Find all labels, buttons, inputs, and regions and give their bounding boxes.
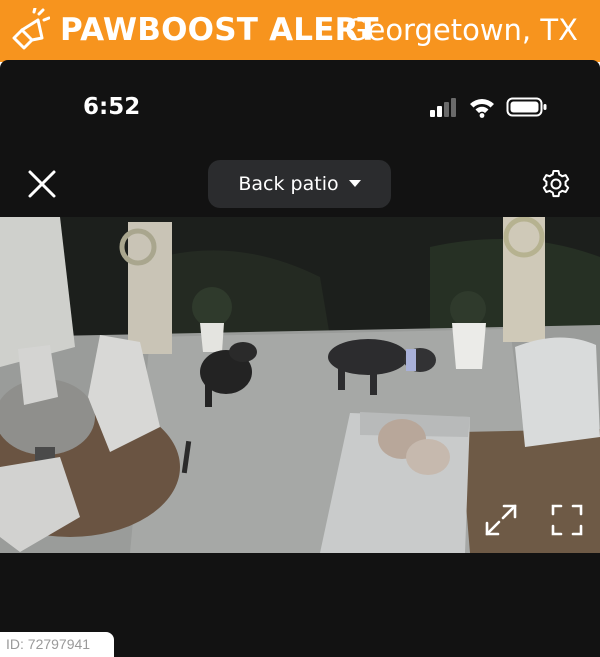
camera-selector-dropdown[interactable]: Back patio	[208, 160, 391, 208]
megaphone-icon	[12, 8, 50, 50]
alert-location: Georgetown, TX	[345, 13, 578, 47]
expand-icon[interactable]	[483, 502, 519, 538]
brand-title: PAWBOOST ALERT	[60, 12, 379, 48]
wifi-icon	[470, 99, 494, 118]
pawboost-alert-banner: PAWBOOST ALERT Georgetown, TX	[0, 0, 600, 62]
camera-name: Back patio	[238, 173, 339, 195]
listing-id-label: ID: 72797941	[0, 632, 114, 657]
gear-icon[interactable]	[540, 168, 572, 200]
fullscreen-icon[interactable]	[549, 502, 585, 538]
battery-icon	[506, 97, 547, 117]
close-icon[interactable]	[26, 168, 58, 200]
status-time: 6:52	[83, 94, 141, 120]
caret-down-icon	[348, 180, 361, 187]
camera-video-feed[interactable]	[0, 217, 600, 553]
phone-screenshot: 6:52 Back patio	[0, 60, 600, 657]
cellular-signal-icon	[430, 98, 456, 117]
